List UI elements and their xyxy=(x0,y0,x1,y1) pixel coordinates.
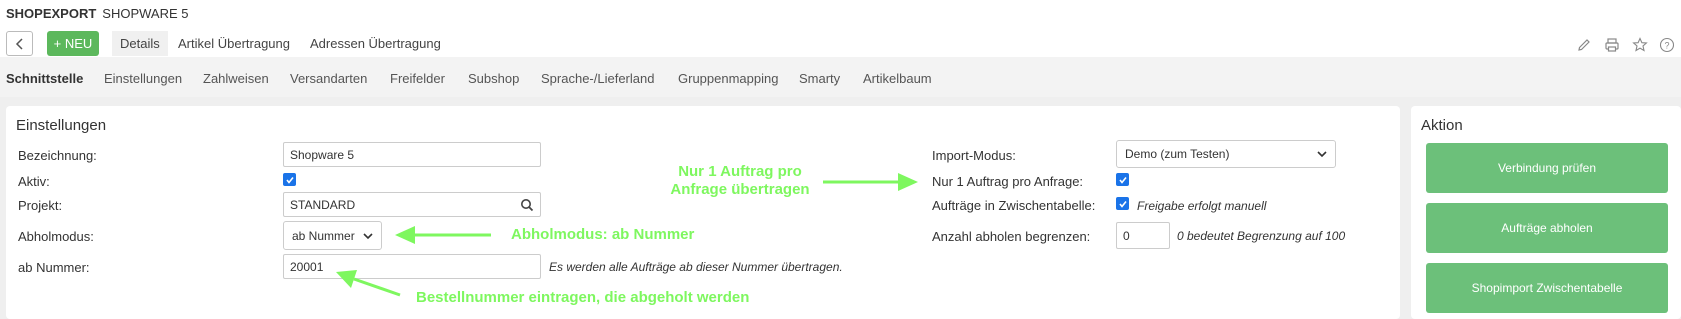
nur1-label: Nur 1 Auftrag pro Anfrage: xyxy=(932,174,1084,189)
abholmodus-value: ab Nummer xyxy=(292,228,355,243)
search-icon[interactable] xyxy=(520,198,534,212)
anzahl-input[interactable]: 0 xyxy=(1116,222,1170,249)
zwischentabelle-label: Aufträge in Zwischentabelle: xyxy=(932,198,1096,213)
anzahl-label: Anzahl abholen begrenzen: xyxy=(932,229,1091,244)
subnav-gruppenmapping[interactable]: Gruppenmapping xyxy=(678,71,778,86)
annotation-nur1-line1: Nur 1 Auftrag pro xyxy=(678,163,802,180)
svg-text:?: ? xyxy=(1664,41,1669,51)
zwischentabelle-checkbox[interactable] xyxy=(1116,197,1129,210)
nur1-checkbox[interactable] xyxy=(1116,173,1129,186)
aktiv-label: Aktiv: xyxy=(18,174,50,189)
checkmark-icon xyxy=(285,176,294,184)
checkmark-icon xyxy=(1118,176,1127,184)
importmodus-select[interactable]: Demo (zum Testen) xyxy=(1116,140,1336,168)
annotation-nur1: Nur 1 Auftrag pro Anfrage übertragen xyxy=(650,163,830,199)
subnav-artikelbaum[interactable]: Artikelbaum xyxy=(863,71,932,86)
chevron-down-icon xyxy=(1317,151,1327,158)
settings-title: Einstellungen xyxy=(16,117,107,134)
checkmark-icon xyxy=(1118,200,1127,208)
help-icon[interactable]: ? xyxy=(1658,36,1676,54)
new-button[interactable]: + NEU xyxy=(47,31,99,56)
pencil-icon[interactable] xyxy=(1575,36,1593,54)
projekt-value: STANDARD xyxy=(290,197,356,212)
print-icon[interactable] xyxy=(1603,36,1621,54)
back-button[interactable] xyxy=(6,31,33,56)
subnav-smarty[interactable]: Smarty xyxy=(799,71,840,86)
annotation-abholmodus: Abholmodus: ab Nummer xyxy=(511,226,695,243)
tab-adressen-uebertragung[interactable]: Adressen Übertragung xyxy=(302,31,449,56)
verbindung-pruefen-button[interactable]: Verbindung prüfen xyxy=(1426,143,1668,193)
abnummer-label: ab Nummer: xyxy=(18,260,90,275)
app-title: SHOPEXPORT SHOPWARE 5 xyxy=(6,6,189,21)
action-title: Aktion xyxy=(1421,117,1463,134)
bezeichnung-input[interactable]: Shopware 5 xyxy=(283,142,541,167)
sub-navigation: Schnittstelle Einstellungen Zahlweisen V… xyxy=(0,57,1681,97)
abnummer-input[interactable]: 20001 xyxy=(283,254,541,279)
projekt-input[interactable]: STANDARD xyxy=(283,192,541,217)
annotation-nur1-line2: Anfrage übertragen xyxy=(670,181,810,198)
module-name: SHOPWARE 5 xyxy=(102,6,189,21)
subnav-freifelder[interactable]: Freifelder xyxy=(390,71,445,86)
shopimport-zwischentabelle-button[interactable]: Shopimport Zwischentabelle xyxy=(1426,263,1668,313)
aktiv-checkbox[interactable] xyxy=(283,173,296,186)
subnav-zahlweisen[interactable]: Zahlweisen xyxy=(203,71,269,86)
tab-artikel-uebertragung[interactable]: Artikel Übertragung xyxy=(170,31,298,56)
chevron-left-icon xyxy=(15,37,23,50)
annotation-bestellnummer: Bestellnummer eintragen, die abgeholt we… xyxy=(416,289,750,306)
zwischentabelle-hint: Freigabe erfolgt manuell xyxy=(1137,199,1267,213)
chevron-down-icon xyxy=(363,232,373,239)
subnav-versandarten[interactable]: Versandarten xyxy=(290,71,367,86)
abnummer-hint: Es werden alle Aufträge ab dieser Nummer… xyxy=(549,260,843,274)
importmodus-value: Demo (zum Testen) xyxy=(1125,147,1230,161)
subnav-sprache-lieferland[interactable]: Sprache-/Lieferland xyxy=(541,71,654,86)
bezeichnung-label: Bezeichnung: xyxy=(18,148,97,163)
top-bar: SHOPEXPORT SHOPWARE 5 + NEU Details Artik… xyxy=(0,0,1681,57)
projekt-label: Projekt: xyxy=(18,198,63,213)
app-name: SHOPEXPORT xyxy=(6,6,97,21)
star-icon[interactable] xyxy=(1631,36,1649,54)
importmodus-label: Import-Modus: xyxy=(932,148,1016,163)
subnav-einstellungen[interactable]: Einstellungen xyxy=(104,71,182,86)
anzahl-hint: 0 bedeutet Begrenzung auf 100 xyxy=(1177,229,1346,243)
subnav-schnittstelle[interactable]: Schnittstelle xyxy=(6,71,83,86)
tab-details[interactable]: Details xyxy=(112,31,168,56)
auftraege-abholen-button[interactable]: Aufträge abholen xyxy=(1426,203,1668,253)
abholmodus-label: Abholmodus: xyxy=(18,229,94,244)
subnav-subshop[interactable]: Subshop xyxy=(468,71,519,86)
abholmodus-select[interactable]: ab Nummer xyxy=(283,221,382,250)
